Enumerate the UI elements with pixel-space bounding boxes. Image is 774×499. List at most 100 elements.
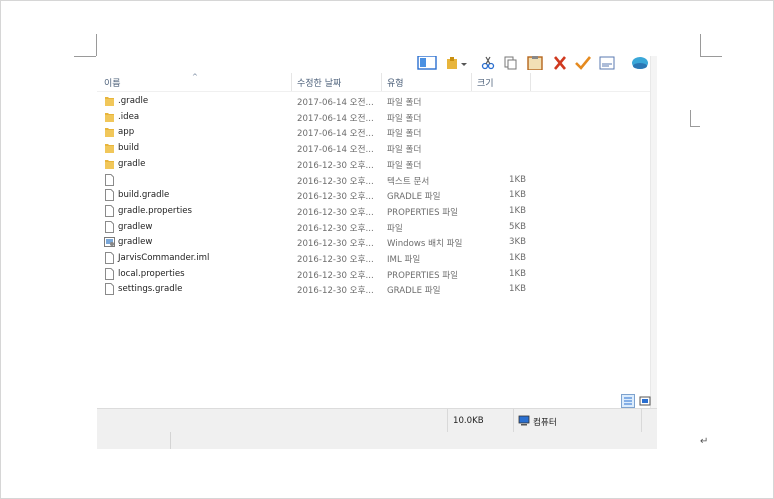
- copy-icon[interactable]: [503, 56, 517, 70]
- column-name-header[interactable]: 이름: [104, 76, 121, 89]
- folder-up-icon[interactable]: [445, 56, 459, 70]
- file-icon: [104, 283, 115, 296]
- file-date: 2016-12-30 오후...: [297, 207, 374, 218]
- thumbnail-view-icon[interactable]: [638, 394, 652, 408]
- folder-icon: [104, 142, 115, 154]
- file-row[interactable]: build 2017-06-14 오전... 파일 폴더: [97, 141, 657, 156]
- file-size: 1KB: [509, 174, 526, 185]
- file-date: 2017-06-14 오전...: [297, 98, 374, 108]
- file-name: local.properties: [118, 268, 185, 279]
- crop-mark-top-right-vertical: [700, 34, 701, 56]
- column-type-header[interactable]: 유형: [387, 76, 404, 89]
- file-row[interactable]: local.properties 2016-12-30 오후... PROPERTI…: [97, 267, 657, 282]
- file-name: gradlew: [118, 221, 153, 232]
- file-date: 2016-12-30 오후...: [297, 176, 374, 187]
- crop-mark-top-right: [700, 56, 722, 57]
- file-date: 2016-12-30 오후...: [297, 255, 374, 265]
- file-date: 2016-12-30 오후...: [297, 239, 374, 250]
- crop-mark-right-side: [690, 110, 691, 126]
- file-name: build: [118, 143, 140, 154]
- paste-icon[interactable]: [527, 56, 543, 70]
- cut-icon[interactable]: [481, 56, 495, 70]
- folder-icon: [104, 111, 115, 123]
- file-icon: [104, 189, 115, 202]
- location-text: 컴퓨터: [533, 418, 557, 428]
- vertical-scrollbar[interactable]: [650, 56, 657, 432]
- file-type: 파일 폴더: [387, 160, 422, 171]
- file-type: 파일 폴더: [387, 113, 422, 124]
- file-date: 2016-12-30 오후...: [297, 223, 374, 234]
- file-size: 3KB: [509, 237, 526, 248]
- file-date: 2017-06-14 오전...: [297, 129, 374, 140]
- paragraph-return-icon: ↵: [700, 436, 709, 447]
- file-type: 텍스트 문서: [387, 176, 430, 187]
- file-type: 파일 폴더: [387, 98, 422, 108]
- status-bar: 10.0KB 컴퓨터: [97, 408, 657, 432]
- chevron-down-icon[interactable]: [460, 56, 468, 70]
- folder-icon: [104, 126, 115, 138]
- file-date: 2017-06-14 오전...: [297, 113, 374, 124]
- folder-icon: [104, 158, 115, 170]
- file-row[interactable]: JarvisCommander.iml 2016-12-30 오후... IML 파…: [97, 251, 657, 266]
- globe-icon[interactable]: [631, 56, 649, 70]
- crop-mark-top-left: [74, 56, 96, 57]
- layout-icon[interactable]: [417, 56, 437, 70]
- file-date: 2016-12-30 오후...: [297, 160, 374, 171]
- file-row[interactable]: gradle 2016-12-30 오후... 파일 폴더: [97, 157, 657, 172]
- column-divider[interactable]: [471, 73, 472, 91]
- file-row[interactable]: settings.gradle 2016-12-30 오후... GRADLE 파일…: [97, 282, 657, 297]
- file-name: gradle: [118, 158, 146, 169]
- checkmark-icon[interactable]: [575, 56, 591, 70]
- view-switcher: [621, 394, 653, 408]
- delete-icon[interactable]: [553, 56, 567, 70]
- file-name: .idea: [118, 111, 140, 122]
- file-row[interactable]: .idea 2017-06-14 오전... 파일 폴더: [97, 110, 657, 125]
- file-type: Windows 배치 파일: [387, 239, 463, 250]
- file-size: 1KB: [509, 205, 526, 216]
- toolbar: [97, 56, 657, 72]
- file-row[interactable]: gradlew 2016-12-30 오후... Windows 배치 파일 3KB: [97, 235, 657, 250]
- file-row[interactable]: gradle.properties 2016-12-30 오후... PROPERT…: [97, 204, 657, 219]
- file-size: 1KB: [509, 284, 526, 295]
- file-row[interactable]: 2016-12-30 오후... 텍스트 문서 1KB: [97, 173, 657, 188]
- file-name: gradlew: [118, 237, 153, 248]
- file-explorer-window: 이름 ^ 수정한 날짜 유형 크기 .gradle 2017-06-14 오전..…: [97, 56, 657, 432]
- status-cell: 컴퓨터: [513, 409, 642, 432]
- properties-icon[interactable]: [599, 56, 615, 70]
- file-date: 2016-12-30 오후...: [297, 192, 374, 203]
- file-type: 파일 폴더: [387, 145, 422, 156]
- status-cell: 10.0KB: [447, 409, 514, 432]
- column-divider[interactable]: [381, 73, 382, 91]
- file-date: 2016-12-30 오후...: [297, 286, 374, 297]
- file-name: gradle.properties: [118, 205, 192, 216]
- column-size-header[interactable]: 크기: [477, 76, 494, 89]
- column-divider[interactable]: [291, 73, 292, 91]
- crop-mark-right-side-h: [690, 126, 700, 127]
- file-row[interactable]: app 2017-06-14 오전... 파일 폴더: [97, 125, 657, 140]
- file-icon: [104, 252, 115, 264]
- file-icon: [104, 220, 115, 233]
- folder-icon: [104, 95, 115, 107]
- file-row[interactable]: .gradle 2017-06-14 오전... 파일 폴더: [97, 94, 657, 109]
- file-date: 2017-06-14 오전...: [297, 145, 374, 156]
- file-icon: [104, 267, 115, 280]
- text-file-icon: [104, 173, 115, 186]
- crop-mark-top-left-vertical: [96, 34, 97, 56]
- file-size: 1KB: [509, 253, 526, 263]
- file-size: 1KB: [509, 268, 526, 279]
- file-name: .gradle: [118, 96, 149, 106]
- file-size: 1KB: [509, 190, 526, 201]
- column-divider[interactable]: [530, 73, 531, 91]
- file-row[interactable]: gradlew 2016-12-30 오후... 파일 5KB: [97, 220, 657, 235]
- file-type: GRADLE 파일: [387, 192, 441, 203]
- column-modified-header[interactable]: 수정한 날짜: [297, 76, 341, 89]
- details-view-icon[interactable]: [621, 394, 635, 408]
- column-header: 이름 ^ 수정한 날짜 유형 크기: [97, 73, 657, 92]
- file-name: JarvisCommander.iml: [118, 253, 210, 263]
- computer-icon: [518, 415, 530, 426]
- strip-divider: [170, 432, 171, 449]
- sort-ascending-icon: ^: [192, 73, 198, 81]
- resize-grip[interactable]: [641, 409, 657, 432]
- file-name: build.gradle: [118, 190, 170, 201]
- file-row[interactable]: build.gradle 2016-12-30 오후... GRADLE 파일 1KB: [97, 188, 657, 203]
